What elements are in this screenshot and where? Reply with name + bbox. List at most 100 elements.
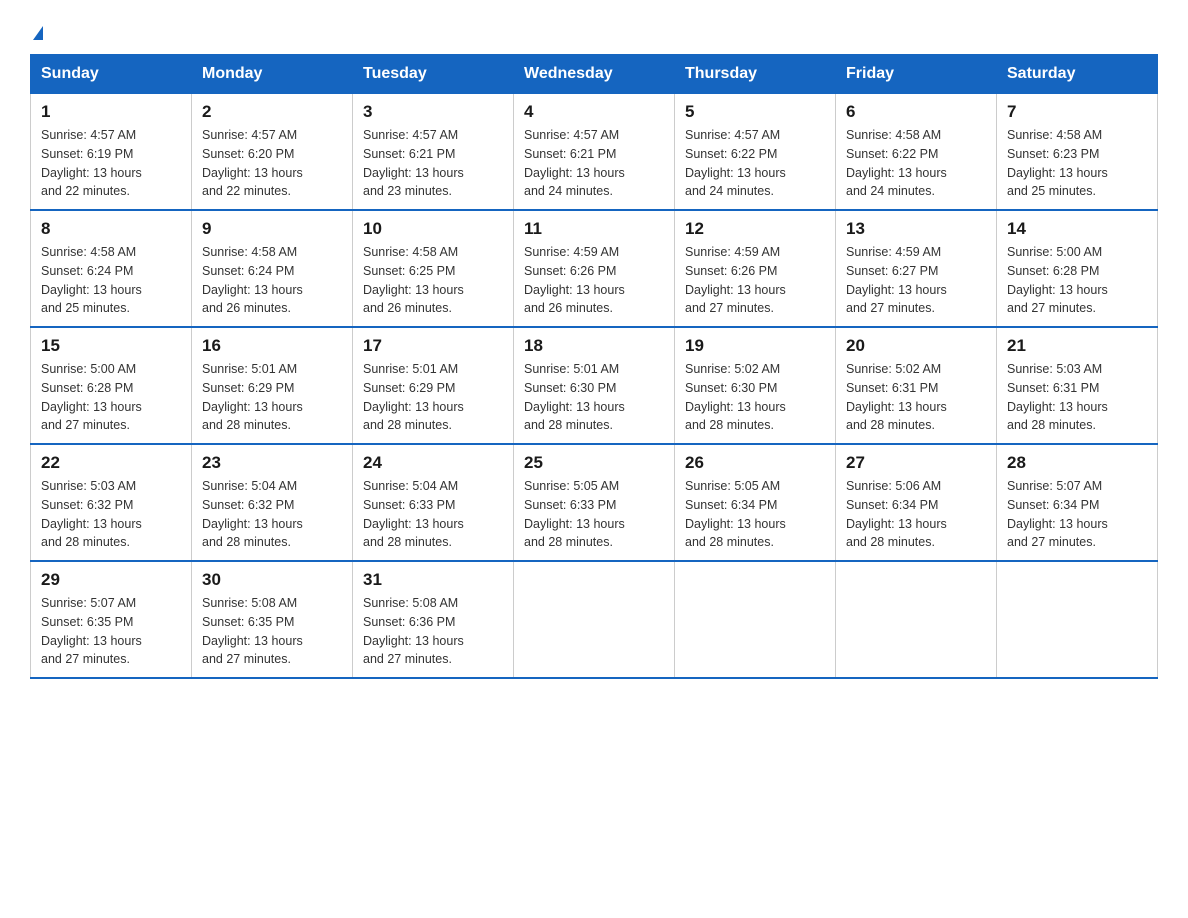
day-number: 23 xyxy=(202,453,342,473)
day-number: 25 xyxy=(524,453,664,473)
day-info: Sunrise: 4:58 AM Sunset: 6:23 PM Dayligh… xyxy=(1007,126,1147,201)
day-cell xyxy=(514,561,675,678)
day-info: Sunrise: 5:08 AM Sunset: 6:35 PM Dayligh… xyxy=(202,594,342,669)
day-number: 12 xyxy=(685,219,825,239)
day-cell xyxy=(997,561,1158,678)
day-cell: 11 Sunrise: 4:59 AM Sunset: 6:26 PM Dayl… xyxy=(514,210,675,327)
weekday-header-wednesday: Wednesday xyxy=(514,55,675,94)
day-number: 2 xyxy=(202,102,342,122)
day-cell: 15 Sunrise: 5:00 AM Sunset: 6:28 PM Dayl… xyxy=(31,327,192,444)
day-info: Sunrise: 4:57 AM Sunset: 6:22 PM Dayligh… xyxy=(685,126,825,201)
day-info: Sunrise: 5:03 AM Sunset: 6:32 PM Dayligh… xyxy=(41,477,181,552)
week-row-4: 22 Sunrise: 5:03 AM Sunset: 6:32 PM Dayl… xyxy=(31,444,1158,561)
day-number: 20 xyxy=(846,336,986,356)
day-cell xyxy=(836,561,997,678)
day-number: 8 xyxy=(41,219,181,239)
day-info: Sunrise: 5:02 AM Sunset: 6:30 PM Dayligh… xyxy=(685,360,825,435)
day-cell: 22 Sunrise: 5:03 AM Sunset: 6:32 PM Dayl… xyxy=(31,444,192,561)
day-number: 9 xyxy=(202,219,342,239)
week-row-2: 8 Sunrise: 4:58 AM Sunset: 6:24 PM Dayli… xyxy=(31,210,1158,327)
day-info: Sunrise: 5:00 AM Sunset: 6:28 PM Dayligh… xyxy=(1007,243,1147,318)
day-info: Sunrise: 5:06 AM Sunset: 6:34 PM Dayligh… xyxy=(846,477,986,552)
day-cell: 9 Sunrise: 4:58 AM Sunset: 6:24 PM Dayli… xyxy=(192,210,353,327)
day-number: 26 xyxy=(685,453,825,473)
day-info: Sunrise: 5:02 AM Sunset: 6:31 PM Dayligh… xyxy=(846,360,986,435)
day-info: Sunrise: 5:07 AM Sunset: 6:34 PM Dayligh… xyxy=(1007,477,1147,552)
day-number: 24 xyxy=(363,453,503,473)
day-number: 28 xyxy=(1007,453,1147,473)
day-cell: 31 Sunrise: 5:08 AM Sunset: 6:36 PM Dayl… xyxy=(353,561,514,678)
day-cell: 25 Sunrise: 5:05 AM Sunset: 6:33 PM Dayl… xyxy=(514,444,675,561)
logo xyxy=(30,20,43,44)
weekday-header-thursday: Thursday xyxy=(675,55,836,94)
day-cell: 10 Sunrise: 4:58 AM Sunset: 6:25 PM Dayl… xyxy=(353,210,514,327)
page-header xyxy=(30,20,1158,44)
day-number: 13 xyxy=(846,219,986,239)
weekday-header-monday: Monday xyxy=(192,55,353,94)
day-cell: 13 Sunrise: 4:59 AM Sunset: 6:27 PM Dayl… xyxy=(836,210,997,327)
day-info: Sunrise: 5:04 AM Sunset: 6:33 PM Dayligh… xyxy=(363,477,503,552)
day-number: 29 xyxy=(41,570,181,590)
day-cell: 27 Sunrise: 5:06 AM Sunset: 6:34 PM Dayl… xyxy=(836,444,997,561)
day-cell: 14 Sunrise: 5:00 AM Sunset: 6:28 PM Dayl… xyxy=(997,210,1158,327)
day-cell: 5 Sunrise: 4:57 AM Sunset: 6:22 PM Dayli… xyxy=(675,94,836,211)
day-number: 11 xyxy=(524,219,664,239)
day-info: Sunrise: 5:07 AM Sunset: 6:35 PM Dayligh… xyxy=(41,594,181,669)
logo-triangle-icon xyxy=(33,26,43,40)
day-info: Sunrise: 4:59 AM Sunset: 6:26 PM Dayligh… xyxy=(685,243,825,318)
day-cell: 12 Sunrise: 4:59 AM Sunset: 6:26 PM Dayl… xyxy=(675,210,836,327)
day-number: 7 xyxy=(1007,102,1147,122)
day-info: Sunrise: 4:58 AM Sunset: 6:25 PM Dayligh… xyxy=(363,243,503,318)
day-info: Sunrise: 5:00 AM Sunset: 6:28 PM Dayligh… xyxy=(41,360,181,435)
day-cell: 3 Sunrise: 4:57 AM Sunset: 6:21 PM Dayli… xyxy=(353,94,514,211)
day-info: Sunrise: 4:57 AM Sunset: 6:20 PM Dayligh… xyxy=(202,126,342,201)
day-info: Sunrise: 4:57 AM Sunset: 6:21 PM Dayligh… xyxy=(524,126,664,201)
day-cell: 24 Sunrise: 5:04 AM Sunset: 6:33 PM Dayl… xyxy=(353,444,514,561)
day-cell xyxy=(675,561,836,678)
weekday-header-friday: Friday xyxy=(836,55,997,94)
day-number: 17 xyxy=(363,336,503,356)
weekday-header-tuesday: Tuesday xyxy=(353,55,514,94)
day-info: Sunrise: 5:05 AM Sunset: 6:34 PM Dayligh… xyxy=(685,477,825,552)
day-cell: 8 Sunrise: 4:58 AM Sunset: 6:24 PM Dayli… xyxy=(31,210,192,327)
day-number: 14 xyxy=(1007,219,1147,239)
day-info: Sunrise: 5:05 AM Sunset: 6:33 PM Dayligh… xyxy=(524,477,664,552)
week-row-3: 15 Sunrise: 5:00 AM Sunset: 6:28 PM Dayl… xyxy=(31,327,1158,444)
day-cell: 29 Sunrise: 5:07 AM Sunset: 6:35 PM Dayl… xyxy=(31,561,192,678)
day-number: 16 xyxy=(202,336,342,356)
day-cell: 26 Sunrise: 5:05 AM Sunset: 6:34 PM Dayl… xyxy=(675,444,836,561)
day-info: Sunrise: 4:59 AM Sunset: 6:27 PM Dayligh… xyxy=(846,243,986,318)
day-number: 6 xyxy=(846,102,986,122)
day-info: Sunrise: 4:58 AM Sunset: 6:24 PM Dayligh… xyxy=(202,243,342,318)
day-cell: 7 Sunrise: 4:58 AM Sunset: 6:23 PM Dayli… xyxy=(997,94,1158,211)
weekday-header-sunday: Sunday xyxy=(31,55,192,94)
day-cell: 17 Sunrise: 5:01 AM Sunset: 6:29 PM Dayl… xyxy=(353,327,514,444)
calendar-table: SundayMondayTuesdayWednesdayThursdayFrid… xyxy=(30,54,1158,679)
weekday-header-row: SundayMondayTuesdayWednesdayThursdayFrid… xyxy=(31,55,1158,94)
day-info: Sunrise: 5:01 AM Sunset: 6:29 PM Dayligh… xyxy=(363,360,503,435)
day-cell: 23 Sunrise: 5:04 AM Sunset: 6:32 PM Dayl… xyxy=(192,444,353,561)
day-cell: 19 Sunrise: 5:02 AM Sunset: 6:30 PM Dayl… xyxy=(675,327,836,444)
day-number: 22 xyxy=(41,453,181,473)
day-info: Sunrise: 5:08 AM Sunset: 6:36 PM Dayligh… xyxy=(363,594,503,669)
day-info: Sunrise: 5:04 AM Sunset: 6:32 PM Dayligh… xyxy=(202,477,342,552)
day-cell: 20 Sunrise: 5:02 AM Sunset: 6:31 PM Dayl… xyxy=(836,327,997,444)
day-cell: 2 Sunrise: 4:57 AM Sunset: 6:20 PM Dayli… xyxy=(192,94,353,211)
day-info: Sunrise: 4:57 AM Sunset: 6:21 PM Dayligh… xyxy=(363,126,503,201)
week-row-1: 1 Sunrise: 4:57 AM Sunset: 6:19 PM Dayli… xyxy=(31,94,1158,211)
day-number: 19 xyxy=(685,336,825,356)
day-info: Sunrise: 5:01 AM Sunset: 6:30 PM Dayligh… xyxy=(524,360,664,435)
day-number: 5 xyxy=(685,102,825,122)
day-cell: 30 Sunrise: 5:08 AM Sunset: 6:35 PM Dayl… xyxy=(192,561,353,678)
day-number: 1 xyxy=(41,102,181,122)
day-cell: 16 Sunrise: 5:01 AM Sunset: 6:29 PM Dayl… xyxy=(192,327,353,444)
day-cell: 6 Sunrise: 4:58 AM Sunset: 6:22 PM Dayli… xyxy=(836,94,997,211)
day-cell: 21 Sunrise: 5:03 AM Sunset: 6:31 PM Dayl… xyxy=(997,327,1158,444)
day-number: 3 xyxy=(363,102,503,122)
day-number: 10 xyxy=(363,219,503,239)
day-number: 31 xyxy=(363,570,503,590)
day-cell: 28 Sunrise: 5:07 AM Sunset: 6:34 PM Dayl… xyxy=(997,444,1158,561)
day-info: Sunrise: 4:57 AM Sunset: 6:19 PM Dayligh… xyxy=(41,126,181,201)
day-number: 21 xyxy=(1007,336,1147,356)
day-info: Sunrise: 5:01 AM Sunset: 6:29 PM Dayligh… xyxy=(202,360,342,435)
